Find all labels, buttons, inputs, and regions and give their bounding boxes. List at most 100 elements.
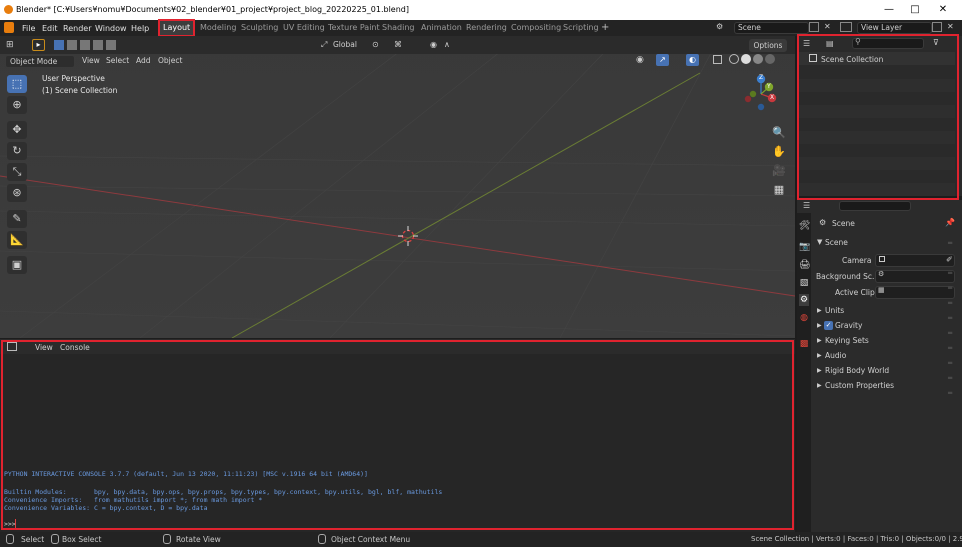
- tab-animation[interactable]: Animation: [417, 20, 466, 36]
- falloff-icon[interactable]: ∧: [444, 40, 450, 49]
- cursor-tool-icon[interactable]: ⊕: [7, 96, 27, 114]
- proportional-edit-icon[interactable]: ◉: [430, 40, 437, 49]
- xray-icon[interactable]: [713, 55, 722, 64]
- camera-view-icon[interactable]: 🎥: [771, 163, 787, 179]
- delete-scene-icon[interactable]: ✕: [824, 22, 831, 31]
- panel-units[interactable]: Units: [825, 306, 844, 315]
- viewport-menu-add[interactable]: Add: [136, 56, 151, 65]
- scale-tool-icon[interactable]: ⤡: [7, 163, 27, 181]
- 3d-viewport[interactable]: [0, 36, 795, 338]
- minimize-button[interactable]: —: [880, 3, 898, 17]
- tab-shading[interactable]: Shading: [378, 20, 419, 36]
- menu-file[interactable]: File: [22, 24, 35, 33]
- options-dropdown[interactable]: Options: [749, 39, 787, 52]
- panel-custom-properties[interactable]: Custom Properties: [825, 381, 894, 390]
- tab-uv-editing[interactable]: UV Editing: [279, 20, 329, 36]
- panel-gravity[interactable]: Gravity: [835, 321, 862, 330]
- editor-type-icon[interactable]: ⊞: [6, 40, 20, 50]
- gizmo-toggle-icon[interactable]: ↗: [656, 54, 669, 66]
- viewport-perspective-label: User Perspective: [42, 74, 105, 83]
- menu-render[interactable]: Render: [63, 24, 91, 33]
- tab-rendering[interactable]: Rendering: [462, 20, 511, 36]
- panel-drag-handles[interactable]: ═ ═ ═ ═ ═ ═ ═ ═ ═ ═: [948, 236, 956, 397]
- move-tool-icon[interactable]: ✥: [7, 121, 27, 139]
- select-box-modes[interactable]: [54, 40, 116, 50]
- panel-rigid-body-world[interactable]: Rigid Body World: [825, 366, 889, 375]
- status-box-select: Box Select: [62, 535, 102, 544]
- tab-sculpting[interactable]: Sculpting: [237, 20, 282, 36]
- chevron-right-icon: ▶: [817, 382, 822, 389]
- gizmo-y-label: Y: [767, 83, 771, 90]
- camera-field[interactable]: [875, 254, 955, 267]
- shading-modes[interactable]: [729, 54, 775, 66]
- object-mode-dropdown[interactable]: Object Mode: [5, 55, 75, 68]
- active-clip-field[interactable]: [875, 286, 955, 299]
- select-mode-icon[interactable]: ▸: [32, 39, 45, 51]
- background-scene-field[interactable]: [875, 270, 955, 283]
- chevron-right-icon: ▶: [817, 367, 822, 374]
- panel-audio[interactable]: Audio: [825, 351, 846, 360]
- visibility-icon[interactable]: ◉: [636, 55, 644, 65]
- viewport-menu-view[interactable]: View: [82, 56, 100, 65]
- properties-search-input[interactable]: [839, 201, 911, 211]
- tab-compositing[interactable]: Compositing: [507, 20, 565, 36]
- pivot-point-icon[interactable]: ⊙: [372, 40, 379, 49]
- measure-tool-icon[interactable]: 📐: [7, 231, 27, 249]
- blender-menu-icon[interactable]: [4, 22, 14, 33]
- scene-selector[interactable]: Scene: [734, 22, 809, 34]
- output-tab-icon[interactable]: 🖨: [799, 259, 810, 271]
- render-tab-icon[interactable]: 📷: [799, 241, 810, 253]
- viewport-menu-object[interactable]: Object: [158, 56, 182, 65]
- properties-editor-type-icon[interactable]: ☰: [803, 201, 810, 210]
- transform-orientation-dropdown[interactable]: Global: [333, 40, 357, 49]
- select-invert-icon[interactable]: [93, 40, 103, 50]
- tab-layout[interactable]: Layout: [157, 19, 196, 37]
- snap-icon[interactable]: ⌘: [394, 40, 402, 49]
- scene-panel-title: Scene: [825, 238, 848, 247]
- add-workspace-button[interactable]: +: [597, 20, 613, 36]
- select-new-icon[interactable]: [54, 40, 64, 50]
- menu-window[interactable]: Window: [95, 24, 127, 33]
- scene-tab-icon[interactable]: ⚙: [799, 294, 809, 306]
- pan-hand-icon[interactable]: ✋: [771, 144, 787, 160]
- pin-icon[interactable]: 📌: [945, 218, 955, 227]
- solid-shading-icon[interactable]: [741, 54, 751, 64]
- new-scene-icon[interactable]: [809, 22, 819, 32]
- gravity-checkbox[interactable]: ✓: [824, 321, 833, 330]
- wireframe-shading-icon[interactable]: [729, 54, 739, 64]
- chevron-right-icon: ▶: [817, 352, 822, 359]
- add-cube-tool-icon[interactable]: ▣: [7, 256, 27, 274]
- transform-tool-icon[interactable]: ⊛: [7, 184, 27, 202]
- texture-tab-icon[interactable]: ▩: [799, 338, 809, 350]
- viewport-menu-select[interactable]: Select: [106, 56, 129, 65]
- window-title: Blender* [C:¥Users¥nomu¥Documents¥02_ble…: [16, 5, 409, 14]
- select-tool-icon[interactable]: ⬚: [7, 75, 27, 93]
- select-extend-icon[interactable]: [67, 40, 77, 50]
- select-intersect-icon[interactable]: [106, 40, 116, 50]
- view-layer-tab-icon[interactable]: ▧: [799, 277, 809, 289]
- tool-tab-icon[interactable]: 🛠: [799, 220, 810, 232]
- status-stats: Scene Collection | Verts:0 | Faces:0 | T…: [751, 535, 962, 543]
- maximize-button[interactable]: □: [906, 3, 924, 17]
- new-view-layer-icon[interactable]: [932, 22, 942, 32]
- panel-keying-sets[interactable]: Keying Sets: [825, 336, 869, 345]
- material-shading-icon[interactable]: [753, 54, 763, 64]
- delete-view-layer-icon[interactable]: ✕: [947, 22, 954, 31]
- menu-edit[interactable]: Edit: [42, 24, 58, 33]
- tab-texture-paint[interactable]: Texture Paint: [324, 20, 384, 36]
- close-button[interactable]: ✕: [934, 3, 952, 17]
- rendered-shading-icon[interactable]: [765, 54, 775, 64]
- chevron-right-icon: ▶: [817, 322, 822, 329]
- zoom-icon[interactable]: 🔍: [771, 125, 787, 141]
- rotate-tool-icon[interactable]: ↻: [7, 142, 27, 160]
- world-tab-icon[interactable]: ◍: [799, 312, 809, 324]
- transform-orientation-icon: ⤢: [321, 40, 328, 49]
- select-subtract-icon[interactable]: [80, 40, 90, 50]
- perspective-toggle-icon[interactable]: ▦: [771, 182, 787, 198]
- menu-help[interactable]: Help: [131, 24, 149, 33]
- annotate-tool-icon[interactable]: ✎: [7, 210, 27, 228]
- overlay-toggle-icon[interactable]: ◐: [686, 54, 699, 66]
- view-layer-selector[interactable]: View Layer: [857, 22, 932, 34]
- tab-modeling[interactable]: Modeling: [196, 20, 240, 36]
- outliner-highlight-box: [797, 34, 959, 200]
